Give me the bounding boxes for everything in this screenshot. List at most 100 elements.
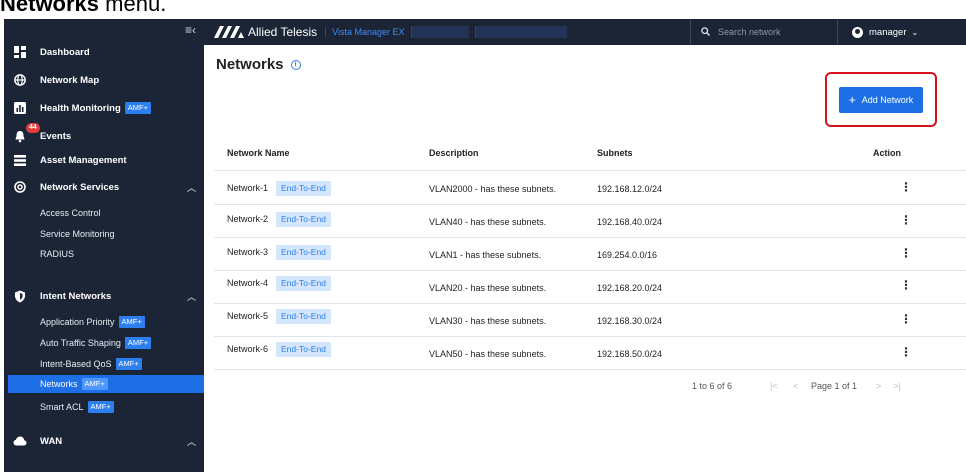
sidebar-item-intent-networks[interactable]: Intent Networks ︿ <box>4 285 204 307</box>
subnets-cell: 192.168.30.0/24 <box>597 316 663 326</box>
sidebar-subitem-networks[interactable]: Networks AMF+ <box>8 375 204 393</box>
end-to-end-tag: End-To-End <box>276 245 331 260</box>
sidebar-item-network-map[interactable]: Network Map <box>4 69 204 91</box>
sidebar-subitem-auto-traffic-shaping[interactable]: Auto Traffic Shaping AMF+ <box>40 334 152 352</box>
chevron-down-icon: ⌄ <box>911 27 919 37</box>
subnets-cell: 192.168.50.0/24 <box>597 349 663 359</box>
sidebar-subitem-access-control[interactable]: Access Control <box>40 204 101 222</box>
subnets-cell: 192.168.12.0/24 <box>597 184 663 194</box>
end-to-end-tag: End-To-End <box>276 342 331 357</box>
end-to-end-tag: End-To-End <box>276 212 331 227</box>
chevron-up-icon[interactable]: ︿ <box>187 290 196 303</box>
cloud-icon <box>12 433 28 449</box>
table-row[interactable]: Network-3 End-To-End VLAN1 - has these su… <box>214 238 966 271</box>
sidebar-item-label: Asset Management <box>40 154 127 166</box>
list-icon <box>12 152 28 168</box>
search-placeholder: Search network <box>718 27 781 37</box>
sidebar-subitem-label: Networks <box>40 379 78 389</box>
sidebar-item-health-monitoring[interactable]: Health Monitoring AMF+ <box>4 97 204 119</box>
table-row[interactable]: Network-1 End-To-End VLAN2000 - has these… <box>214 171 966 204</box>
sidebar-subitem-service-monitoring[interactable]: Service Monitoring <box>40 225 115 243</box>
column-header-subnets[interactable]: Subnets <box>597 148 633 158</box>
amf-badge: AMF+ <box>118 316 145 328</box>
more-actions-icon[interactable]: ⋮ <box>900 312 912 326</box>
row-divider <box>214 369 966 370</box>
description-cell: VLAN40 - has these subnets. <box>429 217 547 227</box>
product-name: Vista Manager EX <box>325 27 405 37</box>
main-content: Networks i + Add Network Network Name De… <box>204 45 966 472</box>
brand-logo[interactable]: Allied Telesis Vista Manager EX <box>214 25 567 39</box>
table-row[interactable]: Network-6 End-To-End VLAN50 - has these s… <box>214 337 966 370</box>
table-row[interactable]: Network-5 End-To-End VLAN30 - has these s… <box>214 304 966 337</box>
sidebar-item-wan[interactable]: WAN ︿ <box>4 430 204 452</box>
sidebar-item-network-services[interactable]: Network Services ︿ <box>4 176 204 198</box>
column-header-description[interactable]: Description <box>429 148 479 158</box>
amf-badge: AMF+ <box>124 337 152 349</box>
search-icon <box>701 26 710 38</box>
user-avatar-icon <box>852 26 863 38</box>
sidebar-item-label: Network Services <box>40 181 120 193</box>
table-row[interactable]: Network-2 End-To-End VLAN40 - has these s… <box>214 205 966 238</box>
more-actions-icon[interactable]: ⋮ <box>900 246 912 260</box>
network-name-cell: Network-4 End-To-End <box>227 276 331 291</box>
chevron-up-icon[interactable]: ︿ <box>187 181 196 194</box>
sidebar-subitem-intent-based-qos[interactable]: Intent-Based QoS AMF+ <box>40 355 142 373</box>
pagination-page: Page 1 of 1 <box>811 381 858 391</box>
description-cell: VLAN2000 - has these subnets. <box>429 184 557 194</box>
sidebar-subitem-smart-acl[interactable]: Smart ACL AMF+ <box>40 398 114 416</box>
chevron-up-icon[interactable]: ︿ <box>187 435 196 448</box>
sidebar-item-label: Dashboard <box>40 46 90 58</box>
network-name: Network-5 <box>227 311 269 321</box>
description-cell: VLAN50 - has these subnets. <box>429 349 547 359</box>
end-to-end-tag: End-To-End <box>276 309 331 324</box>
sidebar-subitem-label: Application Priority <box>40 317 115 327</box>
allied-telesis-logo-icon <box>214 26 244 38</box>
description-cell: VLAN30 - has these subnets. <box>429 316 547 326</box>
amf-badge: AMF+ <box>124 102 151 114</box>
plus-icon: + <box>848 93 856 107</box>
add-network-button[interactable]: + Add Network <box>839 87 923 113</box>
sidebar-subitem-application-priority[interactable]: Application Priority AMF+ <box>40 313 145 331</box>
sidebar: ≡‹ Dashboard Network Map Health Monitori… <box>4 19 204 472</box>
next-page-icon[interactable]: > <box>876 381 881 391</box>
redacted-field <box>474 26 567 38</box>
amf-badge: AMF+ <box>87 401 114 413</box>
column-header-name[interactable]: Network Name <box>227 148 290 158</box>
pagination-range: 1 to 6 of 6 <box>692 381 733 391</box>
info-icon[interactable]: i <box>290 59 301 70</box>
end-to-end-tag: End-To-End <box>276 181 331 196</box>
network-name-cell: Network-1 End-To-End <box>227 181 331 196</box>
collapse-sidebar-icon[interactable]: ≡‹ <box>185 23 196 37</box>
network-name: Network-6 <box>227 344 269 354</box>
bell-icon: 44 <box>12 123 40 144</box>
page-title-text: Networks <box>216 56 284 73</box>
first-page-icon[interactable]: |< <box>770 381 778 391</box>
network-name-cell: Network-6 End-To-End <box>227 342 331 357</box>
sidebar-item-label: WAN <box>40 435 63 447</box>
top-bar: Allied Telesis Vista Manager EX Search n… <box>204 19 966 45</box>
more-actions-icon[interactable]: ⋮ <box>900 278 912 292</box>
more-actions-icon[interactable]: ⋮ <box>900 213 912 227</box>
more-actions-icon[interactable]: ⋮ <box>900 345 912 359</box>
search-network-input[interactable]: Search network <box>690 19 838 45</box>
user-menu[interactable]: manager ⌄ <box>852 19 918 45</box>
sidebar-item-events[interactable]: 44 Events <box>4 123 204 147</box>
globe-icon <box>12 72 28 88</box>
redacted-field <box>410 26 469 38</box>
last-page-icon[interactable]: >| <box>893 381 901 391</box>
chart-icon <box>12 100 28 116</box>
table-row[interactable]: Network-4 End-To-End VLAN20 - has these s… <box>214 271 966 304</box>
sidebar-subitem-radius[interactable]: RADIUS <box>40 245 74 263</box>
network-name: Network-2 <box>227 214 269 224</box>
network-name: Network-1 <box>227 183 269 193</box>
amf-badge: AMF+ <box>115 358 142 370</box>
sidebar-item-dashboard[interactable]: Dashboard <box>4 41 204 63</box>
at-icon <box>12 179 28 195</box>
previous-page-icon[interactable]: < <box>793 381 798 391</box>
subnets-cell: 192.168.40.0/24 <box>597 217 663 227</box>
more-actions-icon[interactable]: ⋮ <box>900 180 912 194</box>
column-header-action: Action <box>873 148 901 158</box>
sidebar-item-label: Health Monitoring <box>40 102 121 114</box>
sidebar-item-label: Events <box>40 130 72 142</box>
sidebar-item-asset-management[interactable]: Asset Management <box>4 149 204 171</box>
